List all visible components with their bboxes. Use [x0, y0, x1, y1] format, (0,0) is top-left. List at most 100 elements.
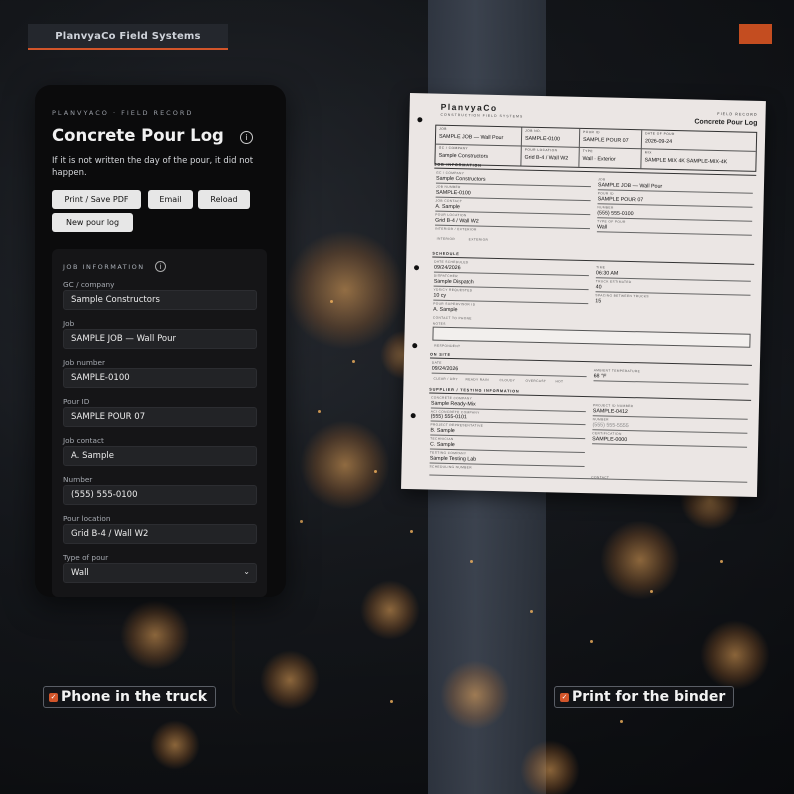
bokeh-light [440, 660, 510, 730]
paper-field-value: 09/24/2026 [431, 365, 459, 373]
grid-label: JOB [439, 126, 447, 131]
type-of-pour-select[interactable]: Wall ⌄ [63, 563, 257, 583]
grid-label: JOB NO. [525, 128, 542, 133]
paper-field-label: CONTACT [591, 475, 610, 480]
paper-field-label: NUMBER [592, 417, 609, 422]
paper-field-label: SCHEDULING NUMBER [429, 464, 472, 470]
paper-underline [596, 231, 752, 236]
paper-field-label: NOTES [432, 321, 446, 326]
reload-button[interactable]: Reload [198, 190, 250, 209]
job-number-label: Job number [63, 358, 106, 367]
spark [590, 640, 593, 643]
grid-value: SAMPLE POUR 07 [582, 136, 629, 144]
spark [650, 590, 653, 593]
job-input[interactable]: SAMPLE JOB — Wall Pour [63, 329, 257, 349]
paper-check-label: OVERCAST [525, 378, 547, 384]
number-input[interactable]: (555) 555-0100 [63, 485, 257, 505]
paper-brand: PlanvyaCo [440, 101, 498, 113]
new-pour-log-button[interactable]: New pour log [52, 213, 133, 232]
job-information-card: JOB INFORMATION i GC / company Sample Co… [52, 249, 267, 597]
pour-location-label: Pour location [63, 514, 111, 523]
section-divider [429, 392, 752, 401]
grid-label: MIX [644, 150, 652, 155]
info-icon[interactable]: i [240, 131, 253, 144]
paper-check-label: EXTERIOR [468, 237, 489, 242]
paper-field-value: Wall [596, 224, 608, 231]
caption-phone: ✓ Phone in the truck [43, 686, 217, 708]
grid-cell: POUR ID SAMPLE POUR 07 [579, 128, 643, 150]
paper-field-value: SAMPLE-0100 [435, 189, 471, 197]
paper-field-value: 15 [595, 298, 602, 305]
paper-field-label: DATE SCHEDULED [434, 259, 469, 265]
paper-schedule-heading: SCHEDULE [432, 251, 460, 257]
paper-brand-sub: CONSTRUCTION FIELD SYSTEMS [440, 112, 524, 119]
paper-summary-grid: JOB SAMPLE JOB — Wall Pour JOB NO. SAMPLE-… [434, 124, 758, 172]
spark [530, 610, 533, 613]
grid-cell: JOB NO. SAMPLE-0100 [521, 127, 581, 148]
print-save-pdf-button[interactable]: Print / Save PDF [52, 190, 141, 209]
bokeh-light [150, 720, 200, 770]
pour-location-input[interactable]: Grid B-4 / Wall W2 [63, 524, 257, 544]
bokeh-light [700, 620, 770, 690]
paper-field-value: SAMPLE POUR 07 [597, 196, 644, 204]
paper-field-value: (555) 555-5555 [592, 422, 629, 430]
job-contact-input[interactable]: A. Sample [63, 446, 257, 466]
spark [374, 470, 377, 473]
grid-cell: MIX SAMPLE MIX 4K SAMPLE-MIX-4K [641, 149, 755, 171]
paper-field-value: 68 °F [593, 373, 607, 380]
binder-hole [410, 413, 416, 419]
paper-field-value: Sample Ready-Mix [430, 400, 476, 408]
grid-label: DATE OF POUR [645, 131, 675, 137]
grid-cell: TYPE Wall · Exterior [579, 147, 642, 169]
spark [330, 300, 333, 303]
paper-field-value: 10 cy [433, 292, 447, 299]
paper-field-label: GC / COMPANY [436, 170, 465, 176]
paper-field-value: B. Sample [430, 427, 455, 435]
email-button[interactable]: Email [148, 190, 193, 209]
paper-field-value: Sample Testing Lab [429, 455, 477, 463]
eyebrow-label: PLANVYACO · FIELD RECORD [52, 109, 194, 117]
grid-value: Sample Constructors [438, 152, 489, 160]
paper-field-label: TRUCK ESTIMATED [595, 279, 632, 285]
caption-print-text: Print for the binder [572, 689, 726, 705]
type-of-pour-value: Wall [71, 568, 89, 578]
gc-company-input[interactable]: Sample Constructors [63, 290, 257, 310]
paper-field-label: RESPONDENT [434, 343, 461, 349]
phone-screen: PLANVYACO · FIELD RECORD Concrete Pour L… [35, 85, 286, 597]
caption-phone-text: Phone in the truck [61, 689, 208, 705]
paper-field-label: INTERIOR / EXTERIOR [434, 226, 477, 232]
binder-hole [413, 265, 420, 271]
notes-box [432, 326, 751, 348]
paper-field-value: C. Sample [429, 441, 455, 449]
pour-id-input[interactable]: SAMPLE POUR 07 [63, 407, 257, 427]
grid-value: SAMPLE JOB — Wall Pour [438, 133, 504, 142]
section-divider [429, 357, 752, 366]
paper-field-value: SAMPLE-0000 [592, 436, 628, 444]
paper-field-value: SAMPLE-0412 [592, 408, 628, 416]
spark [300, 520, 303, 523]
type-of-pour-label: Type of pour [63, 553, 109, 562]
chevron-down-icon: ⌄ [243, 567, 250, 576]
job-label: Job [63, 319, 75, 328]
bokeh-light [260, 650, 320, 710]
job-number-input[interactable]: SAMPLE-0100 [63, 368, 257, 388]
bokeh-light [520, 740, 580, 794]
spark [352, 360, 355, 363]
paper-field-value: Grid B-4 / Wall W2 [435, 217, 479, 225]
checkbox-icon: ✓ [560, 692, 569, 702]
page-title: Concrete Pour Log [52, 126, 224, 145]
section-heading: JOB INFORMATION [63, 263, 145, 271]
spark [410, 530, 413, 533]
brand-tag: PlanvyaCo Field Systems [28, 24, 228, 50]
paper-field-value: Sample Constructors [435, 175, 486, 183]
paper-field-label: CERTIFICATION [592, 431, 622, 436]
paper-field-label: JOB NUMBER [435, 184, 461, 190]
gc-company-label: GC / company [63, 280, 115, 289]
paper-field-label: TESTING COMPANY [429, 450, 467, 456]
binder-hole [417, 117, 423, 123]
grid-value: SAMPLE MIX 4K SAMPLE-MIX-4K [644, 157, 728, 166]
job-contact-label: Job contact [63, 436, 104, 445]
paper-underline [593, 380, 749, 385]
paper-field-value: (555) 555-0100 [597, 210, 634, 218]
info-icon[interactable]: i [155, 261, 166, 272]
